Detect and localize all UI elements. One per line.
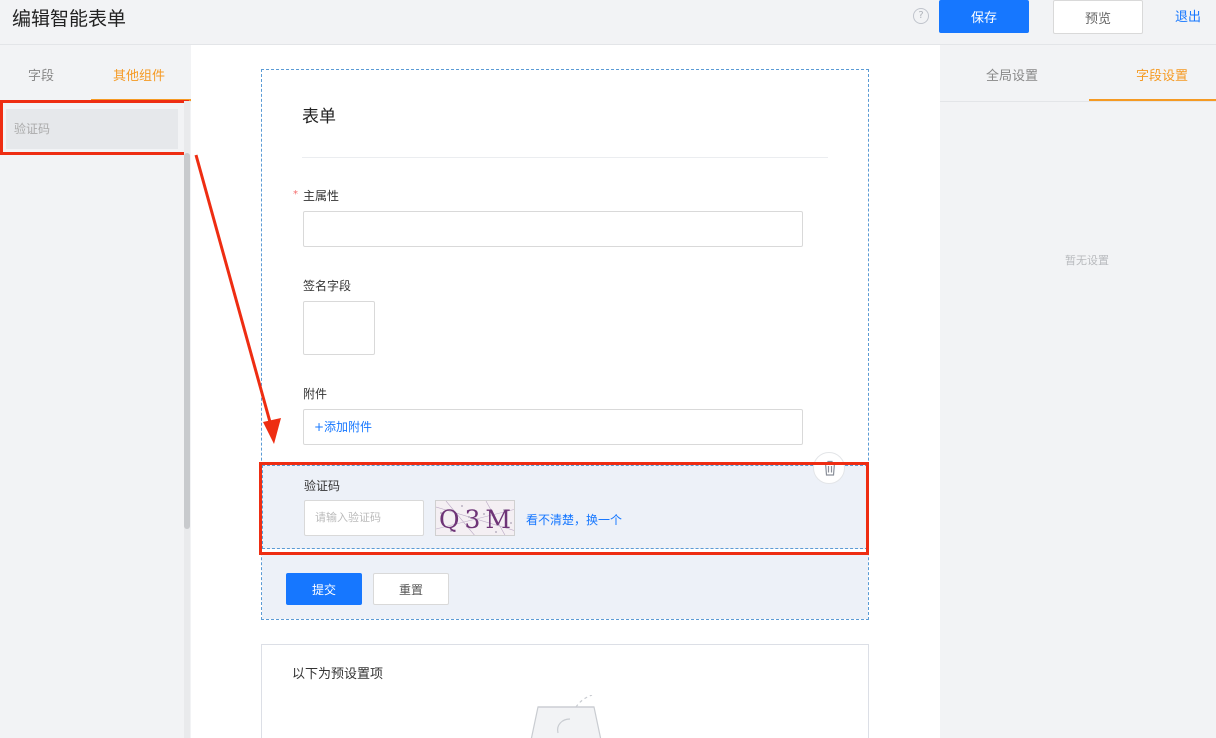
help-icon[interactable]: ? bbox=[913, 8, 929, 24]
main-attr-input[interactable] bbox=[303, 211, 803, 247]
scrollbar-thumb[interactable] bbox=[184, 153, 190, 529]
component-tabs: 字段 其他组件 bbox=[0, 45, 191, 101]
preset-section: 以下为预设置项 bbox=[261, 644, 869, 738]
save-button[interactable]: 保存 bbox=[939, 0, 1029, 33]
form-actions: 提交 重置 bbox=[262, 555, 868, 619]
page-title: 编辑智能表单 bbox=[12, 8, 127, 30]
component-panel: 字段 其他组件 验证码 bbox=[0, 45, 191, 738]
required-mark: * bbox=[293, 189, 298, 200]
field-label-attachment: 附件 bbox=[303, 387, 328, 401]
form-title: 表单 bbox=[302, 107, 336, 127]
annotation-box-captcha bbox=[259, 462, 869, 555]
exit-link[interactable]: 退出 bbox=[1175, 6, 1201, 25]
tab-field-settings[interactable]: 字段设置 bbox=[1136, 65, 1188, 84]
preview-button[interactable]: 预览 bbox=[1053, 0, 1143, 34]
divider bbox=[940, 101, 1216, 102]
add-attachment-button[interactable]: +添加附件 bbox=[303, 409, 803, 445]
settings-panel: 全局设置 字段设置 暂无设置 bbox=[940, 45, 1216, 738]
submit-button[interactable]: 提交 bbox=[286, 573, 362, 605]
form-container: 表单 * 主属性 签名字段 附件 +添加附件 验证码 请输入验证码 Q3M 看不… bbox=[259, 69, 869, 620]
captcha-field-block[interactable]: 验证码 请输入验证码 Q3M 看不清楚，换一个 bbox=[259, 452, 869, 555]
field-label-signature: 签名字段 bbox=[303, 279, 352, 293]
reset-button[interactable]: 重置 bbox=[373, 573, 449, 605]
form-canvas: 表单 * 主属性 签名字段 附件 +添加附件 验证码 请输入验证码 Q3M 看不… bbox=[191, 45, 940, 738]
header-bar: 编辑智能表单 ? 保存 预览 退出 bbox=[0, 0, 1216, 45]
tab-fields[interactable]: 字段 bbox=[28, 65, 54, 84]
annotation-box-component bbox=[0, 100, 189, 155]
tab-global-settings[interactable]: 全局设置 bbox=[986, 65, 1038, 84]
preset-title: 以下为预设置项 bbox=[292, 667, 384, 682]
empty-settings-text: 暂无设置 bbox=[1065, 254, 1109, 267]
title-divider bbox=[302, 157, 828, 158]
tab-other-components[interactable]: 其他组件 bbox=[113, 65, 165, 84]
empty-state-icon bbox=[520, 694, 610, 738]
field-label-main-attr: 主属性 bbox=[303, 189, 340, 203]
signature-pad[interactable] bbox=[303, 301, 375, 355]
